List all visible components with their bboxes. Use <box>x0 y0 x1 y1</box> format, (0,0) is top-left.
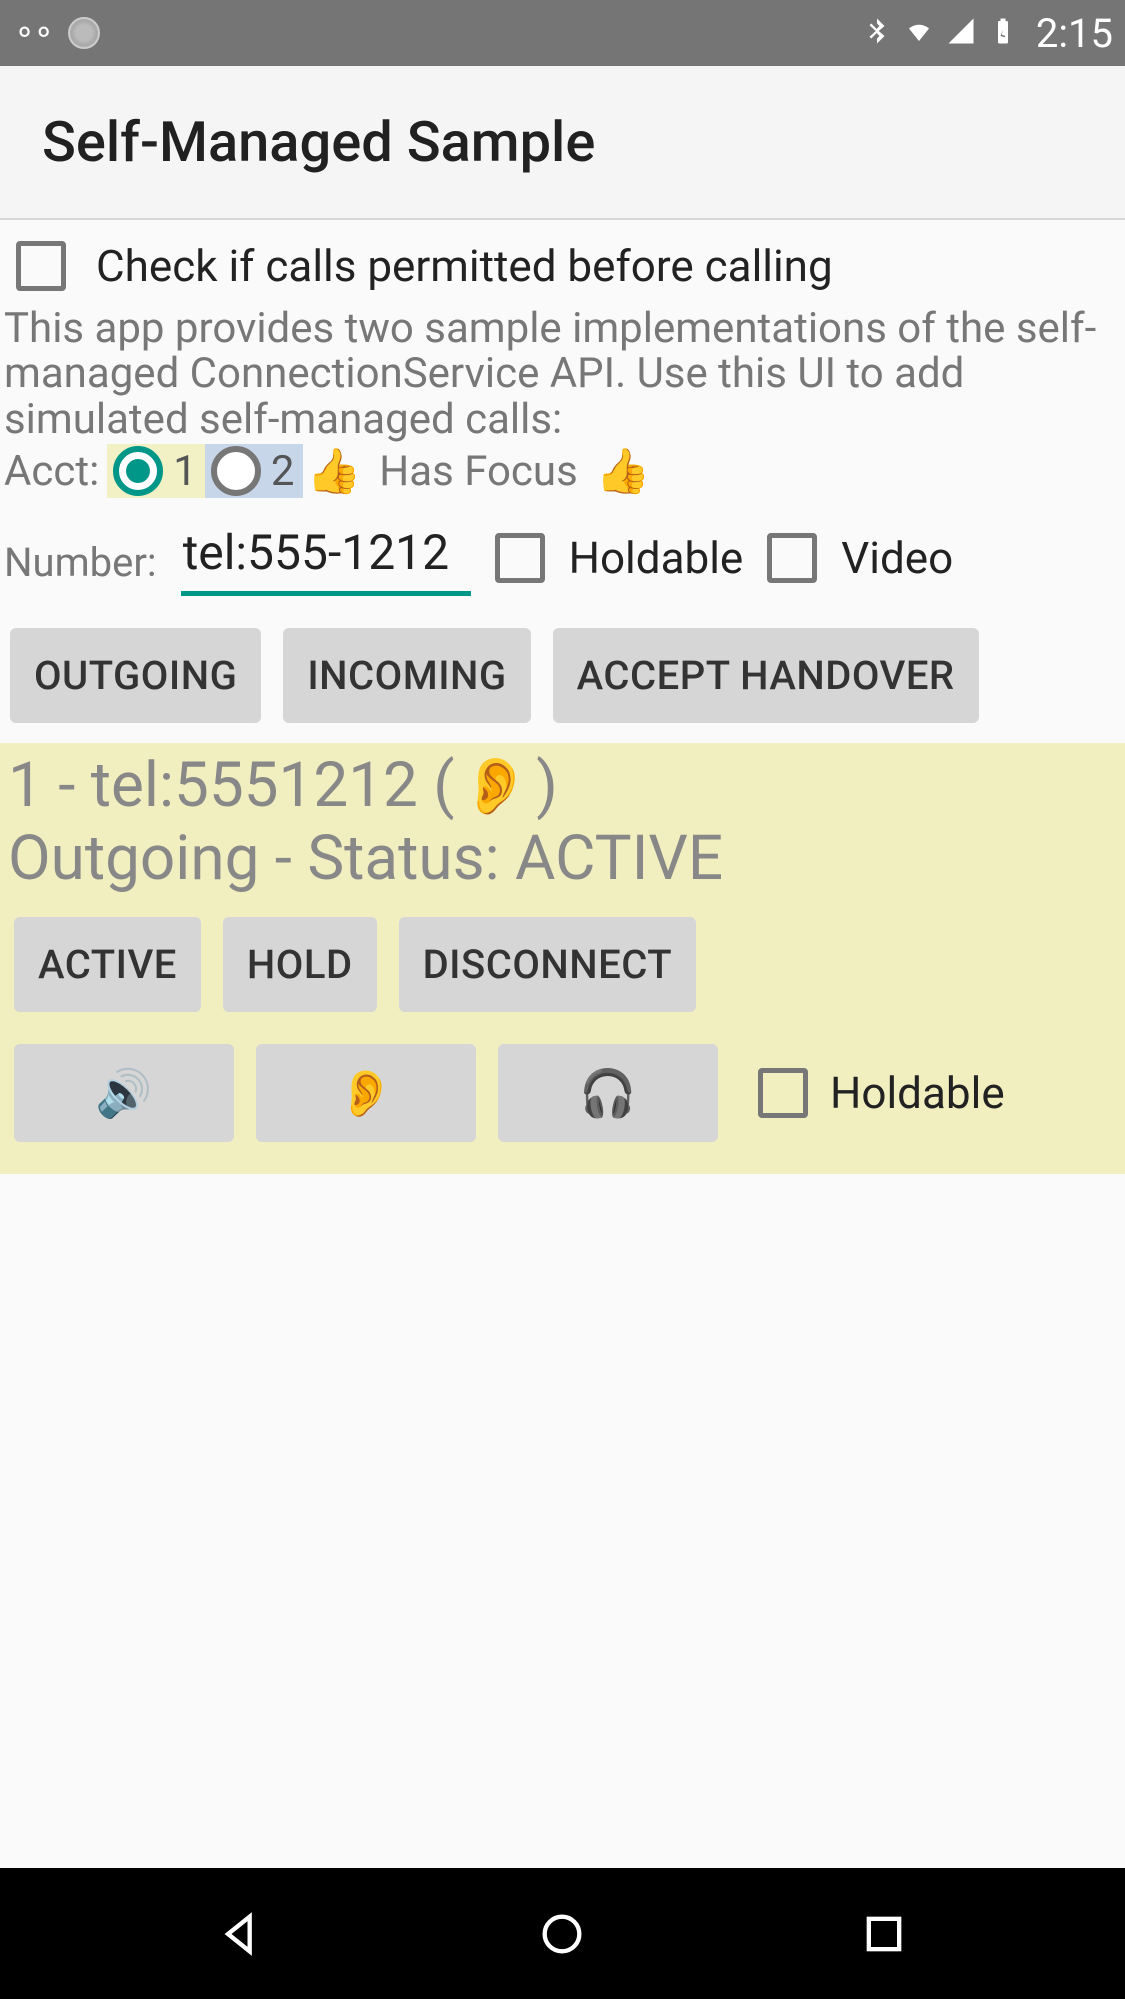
disconnect-button[interactable]: DISCONNECT <box>399 917 697 1012</box>
thumbs-up-icon: 👍 <box>596 445 651 497</box>
speaker-route-button[interactable]: 🔊 <box>14 1044 234 1142</box>
call-header-line: 1 - tel:5551212 ( 👂 ) <box>4 749 1121 822</box>
video-checkbox[interactable] <box>767 533 817 583</box>
holdable-checkbox[interactable] <box>495 533 545 583</box>
description-text: This app provides two sample implementat… <box>0 302 1125 442</box>
voicemail-icon: ⚬⚬ <box>12 16 50 51</box>
battery-charging-icon <box>988 16 1018 50</box>
wifi-icon <box>904 16 934 50</box>
outgoing-button[interactable]: OUTGOING <box>10 628 261 723</box>
call-id-text: 1 - tel:5551212 ( <box>8 749 455 822</box>
nav-home-button[interactable] <box>532 1904 592 1964</box>
call-status-line: Outgoing - Status: ACTIVE <box>4 822 1121 895</box>
ear-icon: 👂 <box>455 753 537 819</box>
call-id-suffix: ) <box>536 749 558 822</box>
number-input[interactable] <box>181 520 471 596</box>
ear-icon: 👂 <box>337 1066 394 1121</box>
hold-button[interactable]: HOLD <box>223 917 377 1012</box>
earpiece-route-button[interactable]: 👂 <box>256 1044 476 1142</box>
holdable-label: Holdable <box>569 532 744 584</box>
nav-back-button[interactable] <box>211 1904 271 1964</box>
video-label: Video <box>841 532 953 584</box>
number-label: Number: <box>4 531 157 586</box>
account-radio-2[interactable] <box>211 446 261 496</box>
cellular-signal-icon <box>946 16 976 50</box>
permit-checkbox-label: Check if calls permitted before calling <box>96 240 833 292</box>
account-row: Acct: 1 2 👍 Has Focus 👍 <box>0 442 1125 498</box>
page-title: Self-Managed Sample <box>42 109 595 175</box>
sync-progress-icon <box>68 17 100 49</box>
headphones-route-button[interactable]: 🎧 <box>498 1044 718 1142</box>
android-status-bar: ⚬⚬ 2:15 <box>0 0 1125 66</box>
account-radio-1-label: 1 <box>173 447 197 496</box>
permit-checkbox[interactable] <box>16 241 66 291</box>
call-holdable-checkbox[interactable] <box>758 1068 808 1118</box>
call-holdable-label: Holdable <box>830 1067 1005 1119</box>
headphones-icon: 🎧 <box>579 1066 636 1121</box>
incoming-button[interactable]: INCOMING <box>283 628 530 723</box>
status-clock: 2:15 <box>1036 10 1113 57</box>
speaker-icon: 🔊 <box>95 1066 152 1121</box>
has-focus-label: Has Focus <box>379 447 577 496</box>
call-card: 1 - tel:5551212 ( 👂 ) Outgoing - Status:… <box>0 743 1125 1174</box>
thumbs-up-icon: 👍 <box>307 445 362 497</box>
account-radio-1[interactable] <box>113 446 163 496</box>
bluetooth-icon <box>862 16 892 50</box>
nav-recent-button[interactable] <box>854 1904 914 1964</box>
accept-handover-button[interactable]: ACCEPT HANDOVER <box>553 628 979 723</box>
android-nav-bar <box>0 1868 1125 1999</box>
active-button[interactable]: ACTIVE <box>14 917 201 1012</box>
app-bar: Self-Managed Sample <box>0 66 1125 220</box>
account-radio-2-label: 2 <box>271 447 295 496</box>
account-label: Acct: <box>4 447 99 496</box>
